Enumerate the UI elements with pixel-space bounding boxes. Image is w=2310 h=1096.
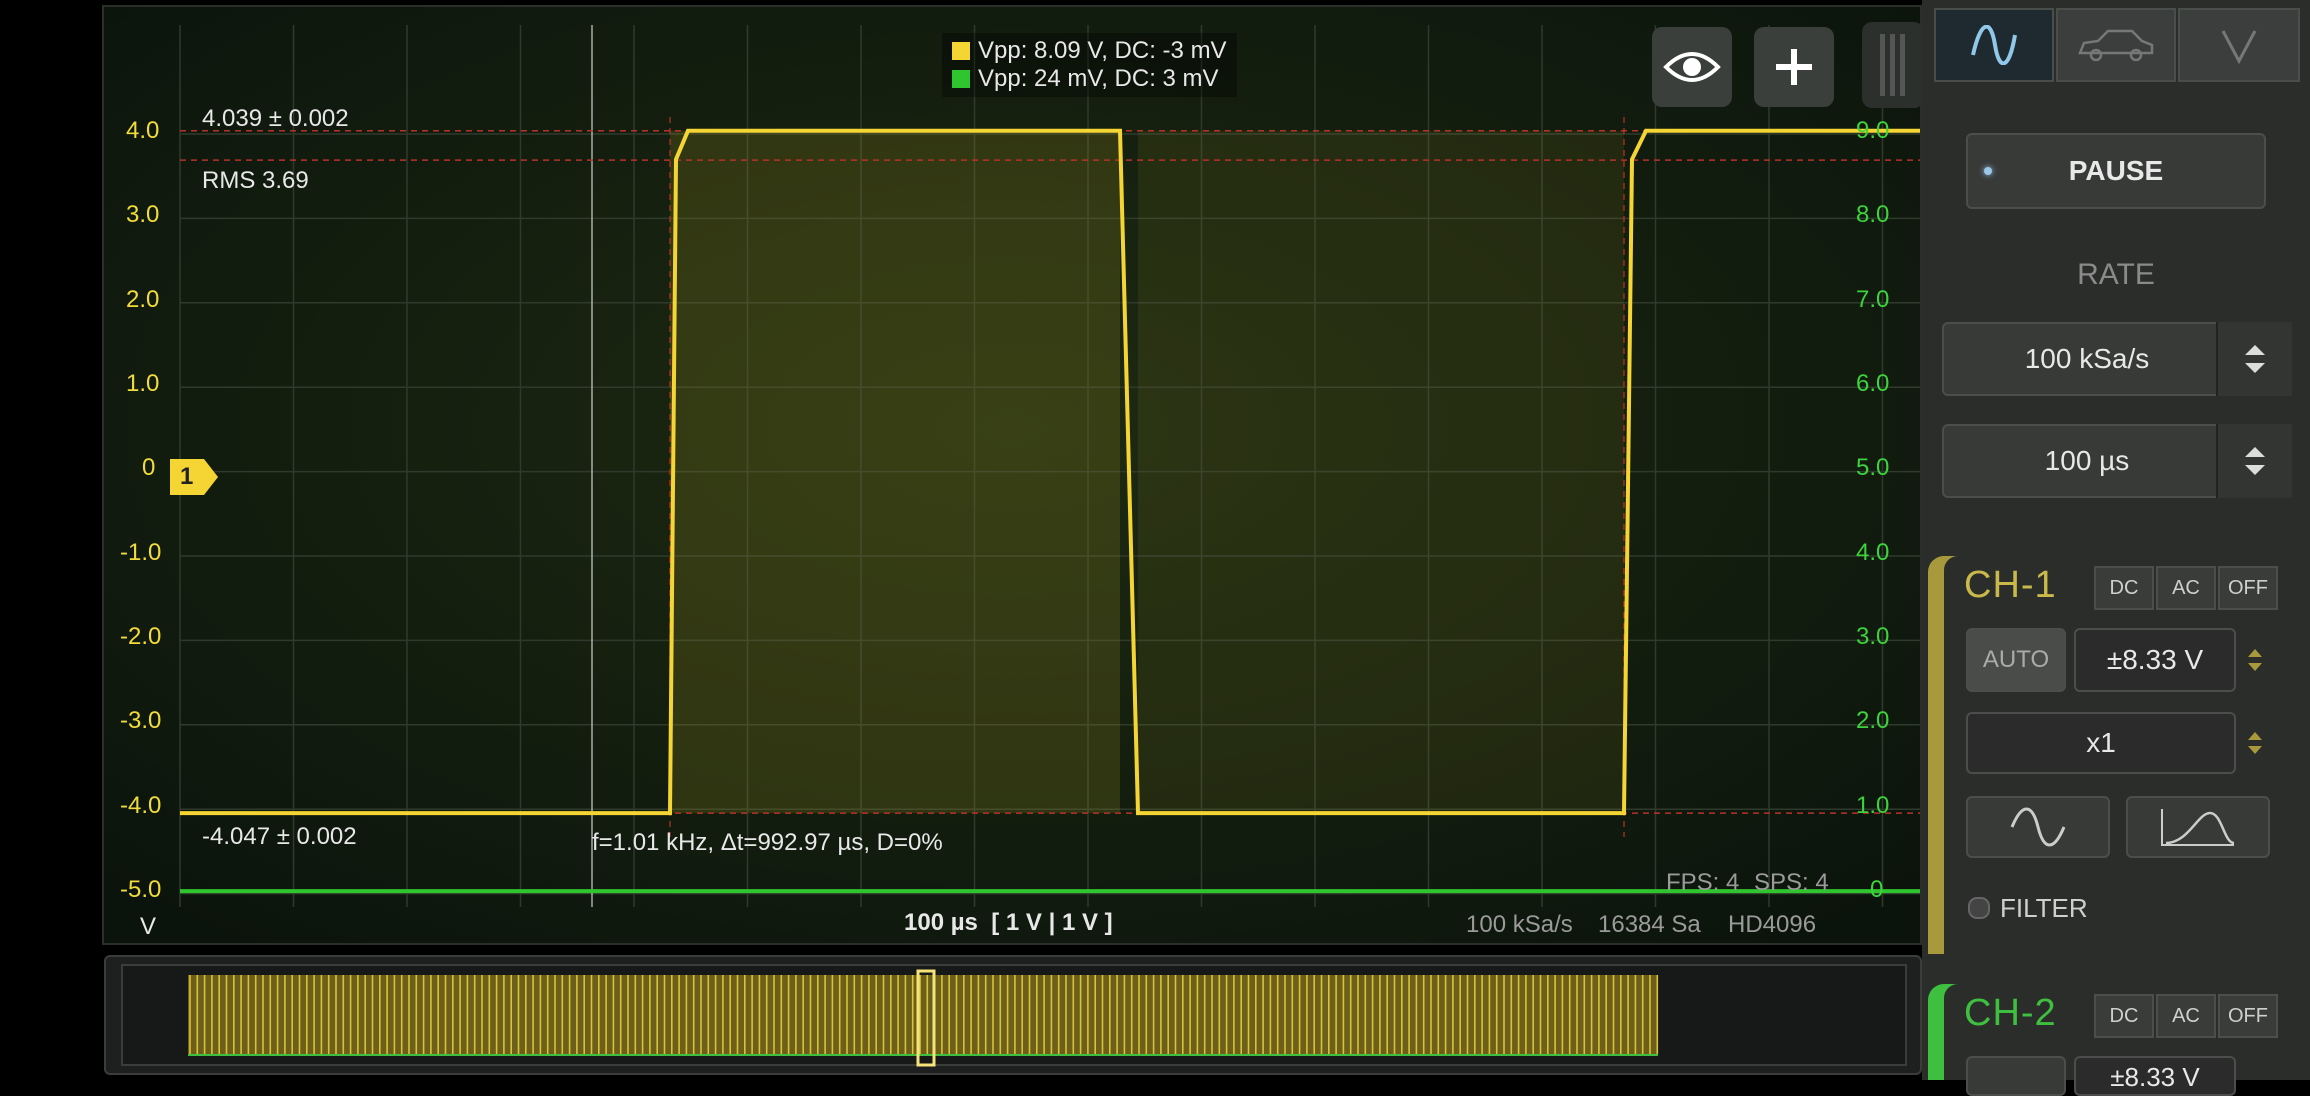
sine-wave-icon (1971, 25, 2017, 65)
left-tick: -4.0 (120, 792, 162, 819)
ch1-filter-label: FILTER (2000, 892, 2088, 923)
left-tick: -2.0 (120, 623, 162, 650)
ch1-filter-toggle[interactable]: FILTER (1968, 888, 2088, 928)
handle-grip-icon (1880, 34, 1905, 96)
hd-readout: HD4096 (1728, 911, 1817, 938)
eye-icon (1663, 52, 1721, 82)
left-tick: -1.0 (120, 539, 162, 566)
sps-label: SPS: 4 (1754, 869, 1829, 896)
ch1-range-field[interactable]: ±8.33 V (2074, 628, 2236, 692)
left-tick: -3.0 (120, 707, 162, 734)
left-tick: 1.0 (126, 370, 160, 397)
left-tick: 2.0 (126, 286, 160, 313)
left-tick: 0 (142, 454, 156, 481)
ch1-title: CH-1 (1964, 564, 2057, 606)
trigger-marker-label: 1 (180, 463, 194, 490)
ch1-probe-stepper[interactable] (2240, 712, 2270, 774)
left-tick: 4.0 (126, 117, 160, 144)
rate-readout: 100 kSa/s (1466, 911, 1573, 938)
stepper-updown-icon (2248, 732, 2262, 754)
status-led (1984, 167, 1992, 175)
right-tick: 0 (1870, 876, 1884, 903)
panel-drag-handle[interactable] (1862, 22, 1924, 108)
time-div-field[interactable]: 100 µs (1942, 424, 2232, 498)
ch1-probe-field[interactable]: x1 (1966, 712, 2236, 774)
time-div-stepper[interactable] (2216, 424, 2292, 498)
rate-heading: RATE (2077, 258, 2155, 291)
high-level-label: 4.039 ± 0.002 (202, 105, 349, 132)
tab-voltmeter[interactable] (2178, 8, 2300, 82)
rms-label: RMS 3.69 (202, 167, 309, 194)
pause-button[interactable]: PAUSE (1966, 133, 2266, 209)
measurement-legend: Vpp: 8.09 V, DC: -3 mV Vpp: 24 mV, DC: 3… (942, 33, 1237, 97)
low-level-label: -4.047 ± 0.002 (202, 823, 357, 850)
ch2-auto-button[interactable] (1966, 1056, 2066, 1096)
filter-radio-icon (1968, 897, 1990, 919)
sine-wave-icon (2010, 807, 2066, 847)
tab-scope[interactable] (1934, 8, 2054, 82)
plus-icon (1776, 49, 1812, 85)
ch2-vpp-text: Vpp: 24 mV, DC: 3 mV (978, 65, 1219, 92)
pulse-fill (1138, 130, 1624, 814)
trigger-marker[interactable]: 1 (170, 459, 218, 495)
right-tick: 5.0 (1856, 454, 1890, 481)
ch2-panel: CH-2 DC AC OFF ±8.33 V (1928, 984, 2310, 1096)
ch1-range-stepper[interactable] (2240, 628, 2270, 692)
stepper-updown-icon (2245, 447, 2265, 475)
right-tick: 1.0 (1856, 792, 1890, 819)
pulse-fill (670, 130, 1120, 814)
ch2-ac-button[interactable]: AC (2156, 994, 2216, 1038)
scope-plot (104, 7, 1920, 943)
ch1-ac-button[interactable]: AC (2156, 566, 2216, 610)
sample-rate-field[interactable]: 100 kSa/s (1942, 322, 2232, 396)
trigger-marker-shape (170, 459, 218, 495)
legend-ch2: Vpp: 24 mV, DC: 3 mV (952, 65, 1227, 93)
right-tick: 9.0 (1856, 117, 1890, 144)
tab-automotive[interactable] (2056, 8, 2176, 82)
ch1-auto-button[interactable]: AUTO (1966, 628, 2066, 692)
volt-v-icon (2221, 30, 2257, 65)
waveform-overview[interactable] (104, 955, 1922, 1075)
ch2-dc-button[interactable]: DC (2094, 994, 2154, 1038)
stepper-updown-icon (2248, 649, 2262, 671)
stepper-updown-icon (2245, 345, 2265, 373)
right-tick: 4.0 (1856, 539, 1890, 566)
unit-label: V (140, 913, 157, 940)
ch1-spectrum-button[interactable] (2126, 796, 2270, 858)
spectrum-icon (2161, 809, 2235, 846)
pause-label: PAUSE (2068, 155, 2164, 186)
overview-plot (121, 964, 1907, 1067)
ch1-dc-button[interactable]: DC (2094, 566, 2154, 610)
ch2-title: CH-2 (1964, 992, 2057, 1034)
ch1-waveform-button[interactable] (1966, 796, 2110, 858)
ch2-swatch (952, 70, 970, 88)
left-tick: 3.0 (126, 201, 160, 228)
right-tick: 3.0 (1856, 623, 1890, 650)
scope-display[interactable]: Vpp: 8.09 V, DC: -3 mV Vpp: 24 mV, DC: 3… (102, 5, 1922, 945)
right-tick: 8.0 (1856, 201, 1890, 228)
sample-rate-stepper[interactable] (2216, 322, 2292, 396)
ch1-swatch (952, 42, 970, 60)
add-button[interactable] (1754, 27, 1834, 107)
left-tick: -5.0 (120, 876, 162, 903)
car-icon (2078, 29, 2154, 62)
ch1-panel: CH-1 DC AC OFF AUTO ±8.33 V x1 FILTER (1928, 556, 2310, 954)
fps-label: FPS: 4 (1666, 869, 1740, 896)
right-tick: 7.0 (1856, 286, 1890, 313)
ch2-range-field[interactable]: ±8.33 V (2074, 1056, 2236, 1096)
samples-readout: 16384 Sa (1598, 911, 1701, 938)
right-tick: 2.0 (1856, 707, 1890, 734)
visibility-button[interactable] (1652, 27, 1732, 107)
ch2-off-button[interactable]: OFF (2218, 994, 2278, 1038)
right-tick: 6.0 (1856, 370, 1890, 397)
timebase-label: 100 µs [ 1 V | 1 V ] (904, 909, 1113, 936)
legend-ch1: Vpp: 8.09 V, DC: -3 mV (952, 37, 1227, 65)
frequency-label: f=1.01 kHz, Δt=992.97 µs, D=0% (592, 829, 943, 856)
ch1-vpp-text: Vpp: 8.09 V, DC: -3 mV (978, 37, 1227, 64)
ch1-off-button[interactable]: OFF (2218, 566, 2278, 610)
